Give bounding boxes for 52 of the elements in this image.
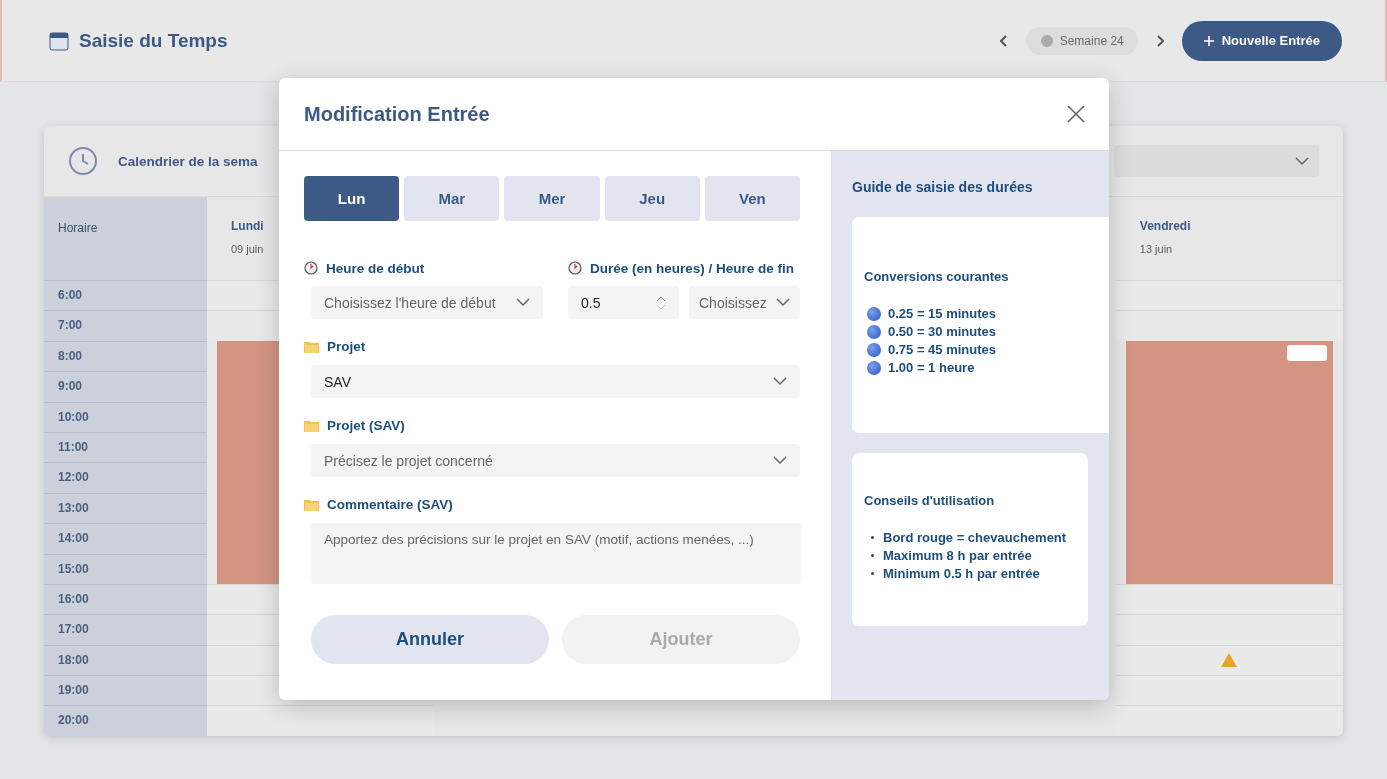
- day-tab[interactable]: Jeu: [604, 176, 700, 221]
- guide-item: 0.25 = 15 minutes: [888, 306, 997, 321]
- guide-item: Maximum 8 h par entrée: [883, 548, 1032, 563]
- day-tab[interactable]: Mer: [504, 176, 600, 221]
- time-label: 17:00: [58, 622, 89, 637]
- start-time-dropdown[interactable]: Choisissez l'heure de début: [311, 286, 543, 319]
- day-date: 09 juin: [231, 243, 265, 255]
- day-name: Vendredi: [1139, 219, 1192, 233]
- week-selector[interactable]: Semaine 24: [1025, 26, 1138, 55]
- comment-field[interactable]: Apportez des précisions sur le projet en SAV (motif, actions menées, ...): [311, 523, 801, 584]
- time-label: 15:00: [58, 561, 89, 576]
- day-name: Lundi: [231, 219, 265, 233]
- time-label: 6:00: [58, 288, 83, 302]
- time-label: 14:00: [58, 531, 89, 546]
- guide-title: Guide de saisie des durées: [852, 179, 1034, 195]
- time-label: 16:00: [58, 591, 89, 606]
- dialog-title: Modification Entrée: [304, 102, 490, 126]
- field-label: Commentaire (SAV): [327, 496, 453, 512]
- guide-item: Minimum 0.5 h par entrée: [883, 566, 1040, 581]
- time-label: 20:00: [58, 713, 89, 728]
- guide-item: 1.00 = 1 heure: [888, 360, 975, 375]
- end-time-dropdown[interactable]: Choisissez: [689, 286, 800, 319]
- project-dropdown[interactable]: SAV: [311, 365, 800, 398]
- time-label: 9:00: [58, 379, 83, 394]
- card-title: Conversions courantes: [864, 269, 1010, 284]
- day-date: 13 juin: [1139, 243, 1174, 255]
- field-label: Durée (en heures) / Heure de fin: [590, 260, 795, 276]
- field-label: Projet (SAV): [327, 417, 405, 433]
- time-label: 7:00: [58, 318, 83, 333]
- guide-item: 0.75 = 45 minutes: [888, 342, 997, 357]
- guide-item: 0.50 = 30 minutes: [888, 324, 997, 339]
- sub-project-dropdown[interactable]: Précisez le projet concerné: [311, 444, 800, 477]
- new-entry-button[interactable]: Nouvelle Entrée: [1181, 20, 1342, 61]
- field-label: Projet: [327, 338, 366, 354]
- column-header: Horaire: [58, 221, 98, 235]
- guide-item: Bord rouge = chevauchement: [883, 530, 1067, 545]
- time-label: 13:00: [58, 500, 89, 515]
- time-label: 12:00: [58, 470, 89, 485]
- time-label: 19:00: [58, 683, 89, 698]
- time-label: 18:00: [58, 652, 89, 667]
- field-label: Heure de début: [326, 260, 425, 276]
- time-label: 11:00: [58, 439, 89, 454]
- day-tab[interactable]: Mar: [404, 176, 500, 221]
- time-label: 8:00: [58, 348, 83, 363]
- app-title: Saisie du Temps: [79, 29, 228, 52]
- duration-field[interactable]: 0.5: [568, 286, 679, 319]
- calendar-title: Calendrier de la sema: [118, 153, 259, 169]
- card-title: Conseils d'utilisation: [864, 493, 996, 508]
- cancel-button[interactable]: Annuler: [311, 615, 549, 664]
- time-label: 10:00: [58, 409, 89, 424]
- day-tab[interactable]: Lun: [304, 176, 400, 221]
- day-tab[interactable]: Ven: [704, 176, 800, 221]
